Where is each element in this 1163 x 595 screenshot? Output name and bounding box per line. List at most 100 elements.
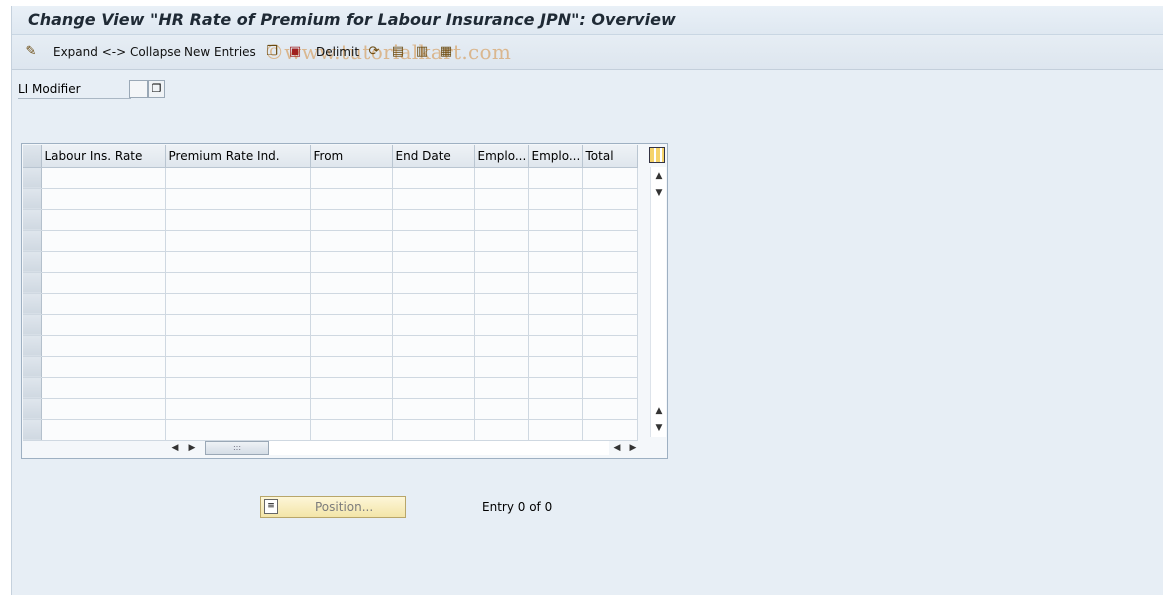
copy-icon[interactable]: ❐ [264, 44, 280, 60]
table-row[interactable] [23, 356, 638, 378]
table-cell[interactable] [165, 167, 311, 189]
table-cell[interactable] [474, 293, 529, 315]
table-cell[interactable] [41, 356, 166, 378]
table-cell[interactable] [392, 419, 475, 441]
table-cell[interactable] [528, 377, 583, 399]
scroll-page-up-icon[interactable]: ▲ [651, 403, 667, 419]
table-row[interactable] [23, 230, 638, 252]
table-cell[interactable] [41, 335, 166, 357]
expand-collapse-button[interactable]: Expand <-> Collapse [53, 45, 181, 59]
scroll-page-down-icon[interactable]: ▼ [651, 185, 667, 201]
table-cell[interactable] [310, 251, 393, 273]
table-cell[interactable] [392, 356, 475, 378]
row-selector[interactable] [23, 356, 42, 378]
table-cell[interactable] [392, 188, 475, 210]
column-header[interactable]: Emplo... [528, 145, 583, 168]
scroll-thumb[interactable]: ::: [205, 441, 269, 455]
row-selector[interactable] [23, 209, 42, 231]
table-cell[interactable] [582, 230, 638, 252]
scroll-down-icon[interactable]: ▼ [651, 420, 667, 436]
table-cell[interactable] [310, 272, 393, 294]
table-cell[interactable] [41, 188, 166, 210]
table-cell[interactable] [474, 377, 529, 399]
table-cell[interactable] [165, 251, 311, 273]
table-settings-icon[interactable] [649, 147, 665, 163]
table-cell[interactable] [41, 419, 166, 441]
row-selector[interactable] [23, 251, 42, 273]
row-selector[interactable] [23, 230, 42, 252]
table-cell[interactable] [582, 188, 638, 210]
table-row[interactable] [23, 167, 638, 189]
table-cell[interactable] [165, 377, 311, 399]
table-cell[interactable] [310, 377, 393, 399]
table-row[interactable] [23, 188, 638, 210]
table-cell[interactable] [582, 209, 638, 231]
table-cell[interactable] [582, 377, 638, 399]
horizontal-scrollbar[interactable]: ◀ ▶ ::: ◀ ▶ [167, 440, 637, 456]
row-selector[interactable] [23, 188, 42, 210]
new-entries-button[interactable]: New Entries [184, 45, 256, 59]
column-header[interactable]: Total [582, 145, 638, 168]
table-cell[interactable] [392, 314, 475, 336]
table-cell[interactable] [582, 251, 638, 273]
table-cell[interactable] [165, 356, 311, 378]
table-cell[interactable] [474, 188, 529, 210]
table-cell[interactable] [474, 251, 529, 273]
table-cell[interactable] [165, 314, 311, 336]
scroll-right-icon[interactable]: ▶ [184, 440, 200, 456]
select-block-icon[interactable]: ▥ [414, 44, 430, 60]
table-cell[interactable] [582, 314, 638, 336]
table-cell[interactable] [41, 167, 166, 189]
row-selector[interactable] [23, 293, 42, 315]
table-row[interactable] [23, 293, 638, 315]
table-row[interactable] [23, 335, 638, 357]
copy-field-icon[interactable]: ❐ [148, 80, 165, 98]
table-cell[interactable] [310, 209, 393, 231]
table-cell[interactable] [474, 272, 529, 294]
table-cell[interactable] [474, 209, 529, 231]
select-all-icon[interactable]: ▤ [390, 44, 406, 60]
table-cell[interactable] [165, 293, 311, 315]
table-cell[interactable] [165, 419, 311, 441]
table-cell[interactable] [392, 251, 475, 273]
row-selector[interactable] [23, 377, 42, 399]
table-cell[interactable] [392, 209, 475, 231]
table-cell[interactable] [310, 188, 393, 210]
table-cell[interactable] [528, 419, 583, 441]
table-cell[interactable] [41, 272, 166, 294]
table-cell[interactable] [310, 230, 393, 252]
delimit-icon[interactable]: ⟳ [366, 44, 382, 60]
column-header[interactable]: Labour Ins. Rate [41, 145, 166, 168]
scroll-left-icon[interactable]: ◀ [167, 440, 183, 456]
select-all-cell[interactable] [23, 145, 42, 168]
table-cell[interactable] [165, 398, 311, 420]
table-cell[interactable] [41, 209, 166, 231]
table-cell[interactable] [392, 167, 475, 189]
table-cell[interactable] [41, 377, 166, 399]
table-cell[interactable] [392, 335, 475, 357]
table-cell[interactable] [41, 230, 166, 252]
table-cell[interactable] [310, 167, 393, 189]
table-cell[interactable] [528, 314, 583, 336]
table-row[interactable] [23, 209, 638, 231]
table-cell[interactable] [392, 272, 475, 294]
table-cell[interactable] [474, 314, 529, 336]
table-cell[interactable] [528, 356, 583, 378]
table-cell[interactable] [528, 251, 583, 273]
row-selector[interactable] [23, 272, 42, 294]
table-cell[interactable] [528, 293, 583, 315]
table-cell[interactable] [392, 377, 475, 399]
scroll-far-left-icon[interactable]: ◀ [609, 440, 625, 456]
table-cell[interactable] [528, 230, 583, 252]
row-selector[interactable] [23, 167, 42, 189]
li-modifier-input[interactable] [129, 80, 148, 98]
table-cell[interactable] [310, 335, 393, 357]
table-cell[interactable] [582, 356, 638, 378]
row-selector[interactable] [23, 398, 42, 420]
table-cell[interactable] [310, 356, 393, 378]
column-header[interactable]: Emplo... [474, 145, 529, 168]
table-cell[interactable] [165, 188, 311, 210]
column-header[interactable]: Premium Rate Ind. [165, 145, 311, 168]
table-cell[interactable] [474, 398, 529, 420]
table-cell[interactable] [310, 293, 393, 315]
